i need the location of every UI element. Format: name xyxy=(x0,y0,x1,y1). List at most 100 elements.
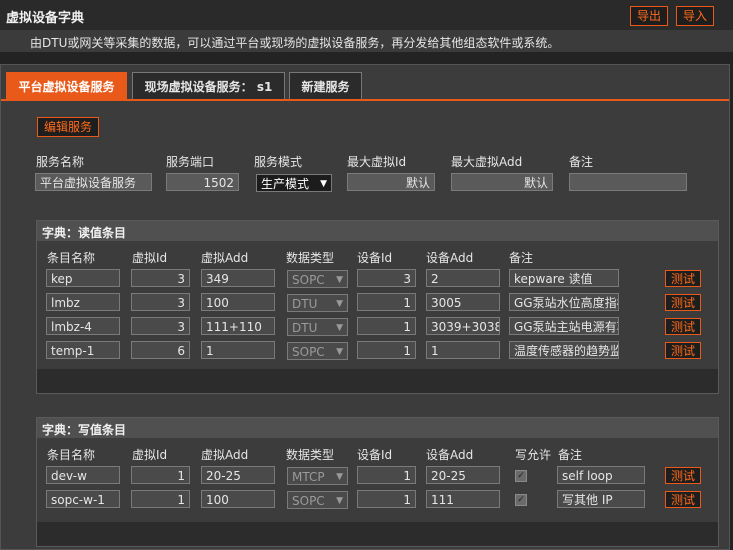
info-bar: 由DTU或网关等采集的数据，可以通过平台或现场的虚拟设备服务，再分发给其他组态软… xyxy=(0,30,733,52)
virtual-add-field[interactable]: 111+110 xyxy=(201,317,275,335)
data-type-select[interactable]: SOPC ▼ xyxy=(287,491,348,509)
table-row: dev-w 1 20-25 MTCP ▼ 1 20-25 ✓ self loop 测试 xyxy=(37,466,718,486)
data-type-value: DTU xyxy=(292,297,318,311)
device-id-field[interactable]: 1 xyxy=(357,466,416,484)
service-name-field[interactable]: 平台虚拟设备服务 xyxy=(35,173,152,191)
page-title: 虚拟设备字典 xyxy=(6,11,85,26)
test-button[interactable]: 测试 xyxy=(665,294,701,311)
table-row: lmbz-4 3 111+110 DTU ▼ 1 3039+3038 GG泵站主站电源有功电度… xyxy=(37,317,718,337)
export-button[interactable]: 导出 xyxy=(630,6,669,26)
device-id-field[interactable]: 3 xyxy=(357,269,416,287)
data-type-value: SOPC xyxy=(292,494,325,508)
max-virtual-add-field[interactable]: 默认 xyxy=(451,173,553,191)
main-panel: 平台虚拟设备服务 现场虚拟设备服务： s1 新建服务 编辑服务 服务名称 服务端… xyxy=(0,64,730,550)
virtual-id-field[interactable]: 1 xyxy=(131,490,190,508)
note-field[interactable]: self loop xyxy=(557,466,645,484)
note-header: 备注 xyxy=(569,155,594,169)
device-add-field[interactable]: 1 xyxy=(426,341,500,359)
col-device-add: 设备Add xyxy=(426,251,474,265)
device-add-field[interactable]: 20-25 xyxy=(426,466,500,484)
max-virtual-id-header: 最大虚拟Id xyxy=(347,155,407,169)
device-add-field[interactable]: 2 xyxy=(426,269,500,287)
col-write-allow: 写允许 xyxy=(515,448,552,462)
check-icon: ✓ xyxy=(517,495,525,505)
tab-new-service[interactable]: 新建服务 xyxy=(289,72,362,100)
entry-name-field[interactable]: kep xyxy=(46,269,120,287)
write-allow-checkbox[interactable]: ✓ xyxy=(515,494,527,506)
virtual-id-field[interactable]: 1 xyxy=(131,466,190,484)
write-dictionary-title: 字典：写值条目 xyxy=(42,423,127,437)
edit-service-button[interactable]: 编辑服务 xyxy=(37,117,100,137)
entry-name-field[interactable]: sopc-w-1 xyxy=(46,490,120,508)
test-button[interactable]: 测试 xyxy=(665,342,701,359)
note-field[interactable]: kepware 读值 xyxy=(509,269,619,287)
tab-field-service[interactable]: 现场虚拟设备服务： s1 xyxy=(132,72,285,100)
test-button[interactable]: 测试 xyxy=(665,467,701,484)
chevron-down-icon: ▼ xyxy=(336,347,343,357)
chevron-down-icon: ▼ xyxy=(336,299,343,309)
col-note: 备注 xyxy=(558,448,583,462)
col-virtual-add: 虚拟Add xyxy=(201,251,249,265)
virtual-add-field[interactable]: 1 xyxy=(201,341,275,359)
device-add-field[interactable]: 3039+3038 xyxy=(426,317,500,335)
entry-name-field[interactable]: temp-1 xyxy=(46,341,120,359)
virtual-add-field[interactable]: 100 xyxy=(201,490,275,508)
data-type-select[interactable]: DTU ▼ xyxy=(287,318,348,336)
import-button[interactable]: 导入 xyxy=(676,6,715,26)
service-mode-select[interactable]: 生产模式 ▼ xyxy=(256,174,332,192)
max-virtual-add-header: 最大虚拟Add xyxy=(451,155,523,169)
tab-platform-service[interactable]: 平台虚拟设备服务 xyxy=(6,72,127,100)
max-virtual-id-field[interactable]: 默认 xyxy=(347,173,435,191)
device-id-field[interactable]: 1 xyxy=(357,317,416,335)
tab-underline xyxy=(1,99,729,101)
device-id-field[interactable]: 1 xyxy=(357,293,416,311)
test-button[interactable]: 测试 xyxy=(665,270,701,287)
virtual-id-field[interactable]: 6 xyxy=(131,341,190,359)
device-id-field[interactable]: 1 xyxy=(357,341,416,359)
title-bar: 虚拟设备字典 导出 导入 xyxy=(0,0,733,31)
write-dictionary-panel: 字典：写值条目 条目名称 虚拟Id 虚拟Add 数据类型 设备Id 设备Add … xyxy=(36,417,719,547)
entry-name-field[interactable]: lmbz xyxy=(46,293,120,311)
table-row: sopc-w-1 1 100 SOPC ▼ 1 111 ✓ 写其他 IP 测试 xyxy=(37,490,718,510)
write-allow-checkbox[interactable]: ✓ xyxy=(515,470,527,482)
col-device-id: 设备Id xyxy=(357,251,393,265)
col-entry-name: 条目名称 xyxy=(47,448,96,462)
data-type-select[interactable]: SOPC ▼ xyxy=(287,270,348,288)
write-dictionary-footer xyxy=(37,522,718,546)
virtual-add-field[interactable]: 349 xyxy=(201,269,275,287)
virtual-add-field[interactable]: 20-25 xyxy=(201,466,275,484)
service-port-field[interactable]: 1502 xyxy=(166,173,239,191)
data-type-select[interactable]: SOPC ▼ xyxy=(287,342,348,360)
table-row: lmbz 3 100 DTU ▼ 1 3005 GG泵站水位高度指标 测试 xyxy=(37,293,718,313)
virtual-id-field[interactable]: 3 xyxy=(131,317,190,335)
device-add-field[interactable]: 111 xyxy=(426,490,500,508)
data-type-value: DTU xyxy=(292,321,318,335)
col-virtual-id: 虚拟Id xyxy=(132,251,168,265)
note-field[interactable]: 写其他 IP xyxy=(557,490,645,508)
data-type-select[interactable]: DTU ▼ xyxy=(287,294,348,312)
device-id-field[interactable]: 1 xyxy=(357,490,416,508)
entry-name-field[interactable]: lmbz-4 xyxy=(46,317,120,335)
entry-name-field[interactable]: dev-w xyxy=(46,466,120,484)
service-mode-value: 生产模式 xyxy=(261,177,310,191)
read-dictionary-title: 字典：读值条目 xyxy=(42,226,127,240)
col-virtual-id: 虚拟Id xyxy=(132,448,168,462)
device-add-field[interactable]: 3005 xyxy=(426,293,500,311)
info-text: 由DTU或网关等采集的数据，可以通过平台或现场的虚拟设备服务，再分发给其他组态软… xyxy=(30,36,560,50)
data-type-value: SOPC xyxy=(292,345,325,359)
col-device-add: 设备Add xyxy=(426,448,474,462)
virtual-id-field[interactable]: 3 xyxy=(131,269,190,287)
service-note-field[interactable] xyxy=(569,173,687,191)
virtual-add-field[interactable]: 100 xyxy=(201,293,275,311)
test-button[interactable]: 测试 xyxy=(665,318,701,335)
note-field[interactable]: 温度传感器的趋势监测值 xyxy=(509,341,619,359)
service-port-header: 服务端口 xyxy=(166,155,215,169)
note-field[interactable]: GG泵站水位高度指标 xyxy=(509,293,619,311)
test-button[interactable]: 测试 xyxy=(665,491,701,508)
data-type-value: MTCP xyxy=(292,470,325,484)
table-row: kep 3 349 SOPC ▼ 3 2 kepware 读值 测试 xyxy=(37,269,718,289)
virtual-id-field[interactable]: 3 xyxy=(131,293,190,311)
note-field[interactable]: GG泵站主站电源有功电度 xyxy=(509,317,619,335)
write-dictionary-header: 字典：写值条目 xyxy=(37,418,718,438)
data-type-select[interactable]: MTCP ▼ xyxy=(287,467,348,485)
